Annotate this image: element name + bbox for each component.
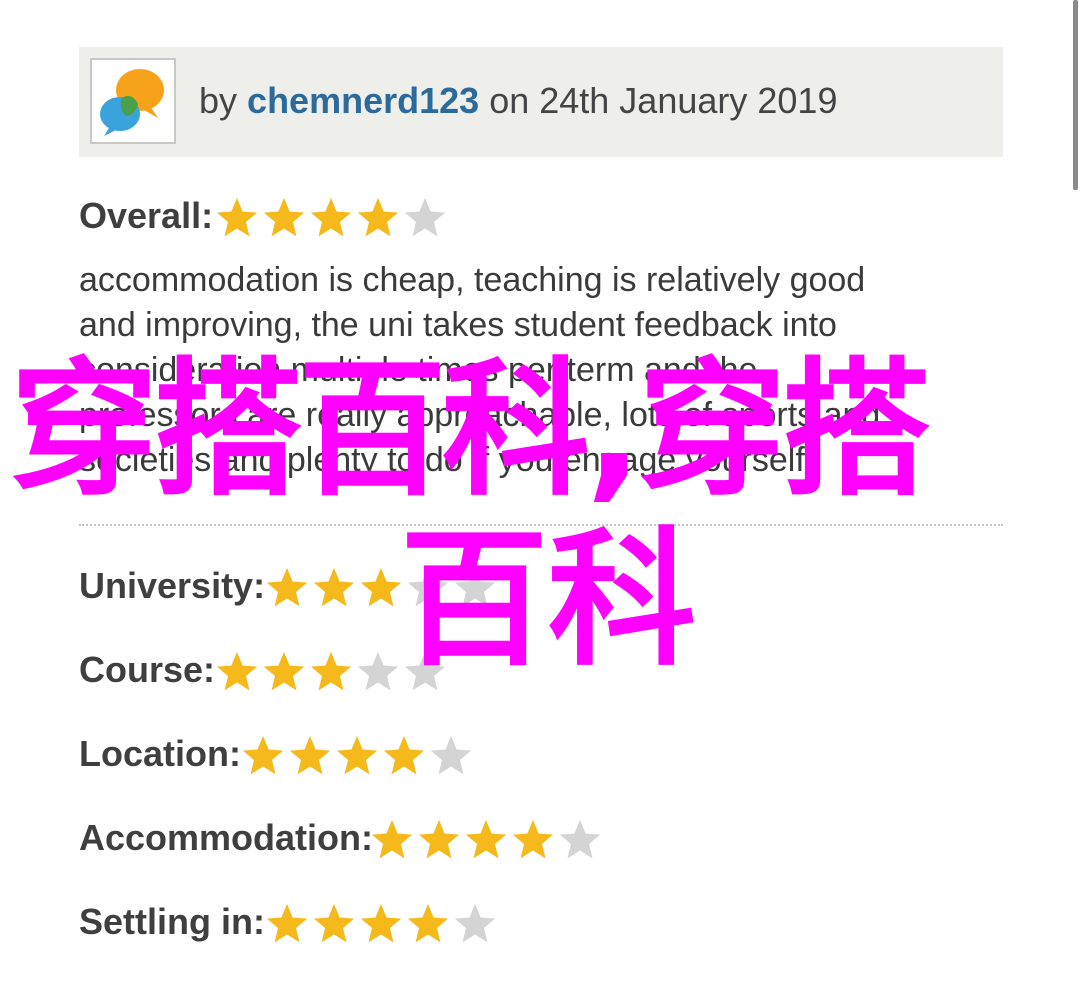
star-filled-icon — [310, 197, 352, 237]
star-filled-icon — [313, 903, 355, 943]
author-link[interactable]: chemnerd123 — [247, 80, 479, 121]
course-label: Course: — [79, 649, 216, 690]
settling-in-label: Settling in: — [79, 901, 265, 942]
overall-rating-stars — [214, 195, 449, 243]
star-filled-icon — [242, 735, 284, 775]
star-filled-icon — [360, 903, 402, 943]
accommodation-rating-stars — [369, 817, 604, 865]
star-empty-icon — [454, 903, 496, 943]
location-rating-stars — [240, 733, 475, 781]
overall-label: Overall: — [79, 195, 214, 236]
star-filled-icon — [383, 735, 425, 775]
star-filled-icon — [216, 197, 258, 237]
star-filled-icon — [266, 903, 308, 943]
by-prefix: by — [199, 80, 238, 121]
star-filled-icon — [512, 819, 554, 859]
star-filled-icon — [313, 567, 355, 607]
watermark-line-1: 穿搭百科,穿搭 — [10, 344, 930, 516]
settling-in-rating-stars — [264, 901, 499, 949]
star-filled-icon — [266, 567, 308, 607]
watermark-line-2: 百科 — [400, 514, 696, 686]
star-filled-icon — [336, 735, 378, 775]
star-filled-icon — [289, 735, 331, 775]
university-label: University: — [79, 565, 266, 606]
star-filled-icon — [371, 819, 413, 859]
star-filled-icon — [465, 819, 507, 859]
star-empty-icon — [559, 819, 601, 859]
star-empty-icon — [357, 651, 399, 691]
star-filled-icon — [310, 651, 352, 691]
accommodation-label: Accommodation: — [79, 817, 374, 858]
star-filled-icon — [360, 567, 402, 607]
star-filled-icon — [357, 197, 399, 237]
speech-bubbles-icon — [100, 69, 164, 136]
star-filled-icon — [263, 651, 305, 691]
review-text-line: accommodation is cheap, teaching is rela… — [79, 261, 866, 299]
location-label: Location: — [79, 733, 241, 774]
star-empty-icon — [404, 197, 446, 237]
star-filled-icon — [407, 903, 449, 943]
review-header: by chemnerd123 on 24th January 2019 — [79, 47, 1003, 157]
avatar — [90, 58, 176, 144]
star-filled-icon — [216, 651, 258, 691]
byline: by chemnerd123 on 24th January 2019 — [199, 79, 837, 123]
star-empty-icon — [430, 735, 472, 775]
review-text-line: and improving, the uni takes student fee… — [79, 306, 837, 344]
review-date: on 24th January 2019 — [489, 80, 838, 121]
star-filled-icon — [418, 819, 460, 859]
scrollbar[interactable] — [1073, 0, 1078, 190]
star-filled-icon — [263, 197, 305, 237]
